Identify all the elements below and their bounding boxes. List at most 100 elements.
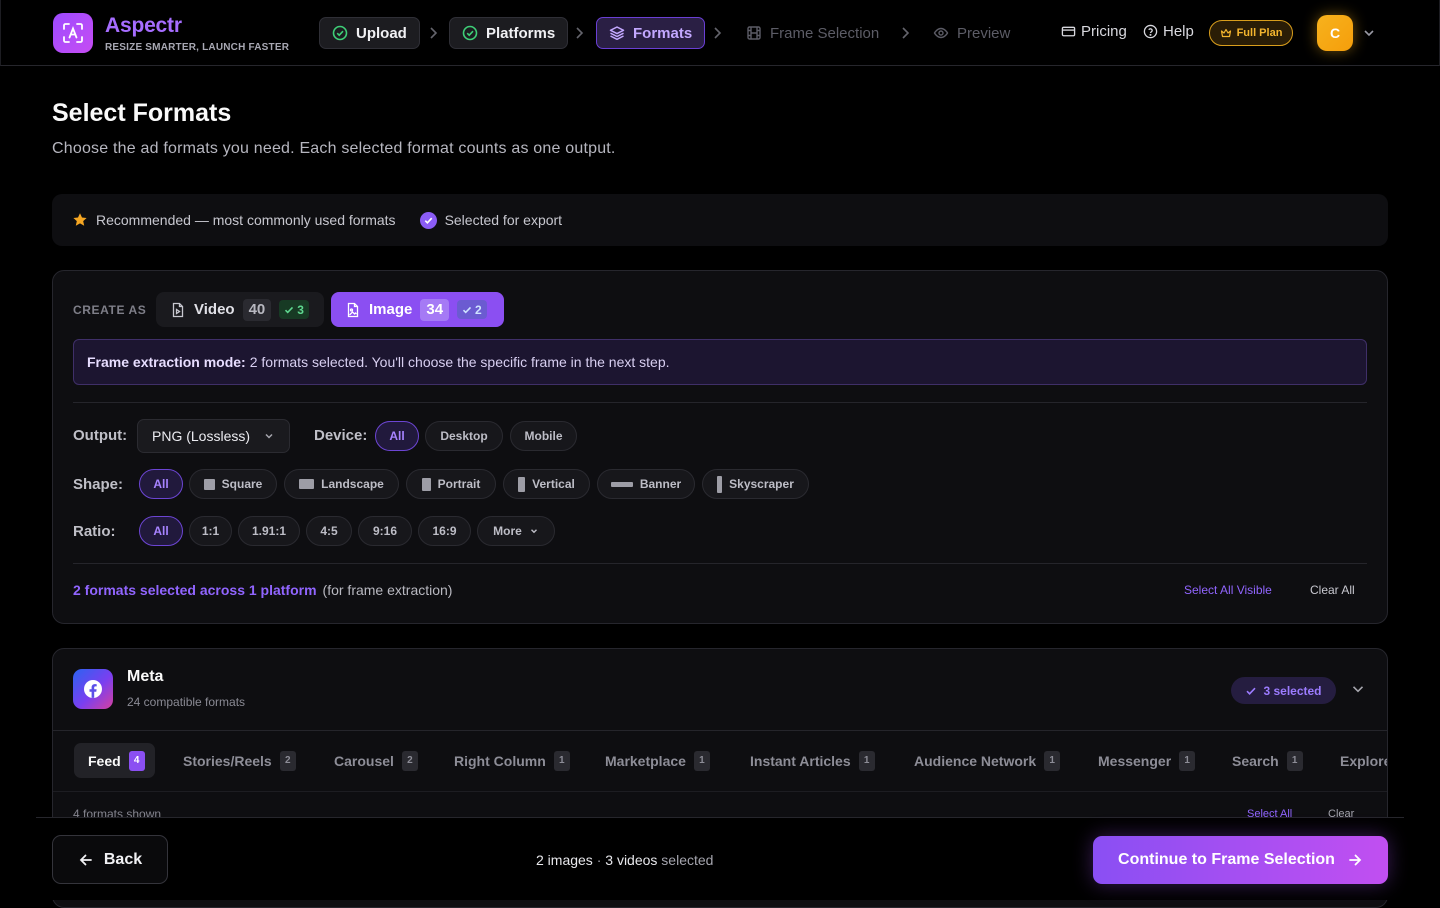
image-file-icon: [347, 302, 359, 317]
help-link[interactable]: Help: [1143, 23, 1194, 40]
skyscraper-shape-icon: [717, 475, 723, 493]
chevron-down-icon: [265, 433, 273, 439]
shape-banner-chip[interactable]: Banner: [597, 469, 695, 499]
layers-icon: [609, 26, 625, 41]
shape-label: Shape:: [73, 476, 124, 493]
step-label: Preview: [957, 24, 1011, 42]
video-file-icon: [172, 302, 184, 317]
step-label: Formats: [633, 24, 693, 42]
vertical-shape-icon: [518, 476, 526, 492]
subtab-feed[interactable]: Feed 4: [74, 743, 155, 778]
summary-note: (for frame extraction): [322, 582, 453, 598]
chip-label: Landscape: [321, 477, 384, 491]
output-label: Output:: [73, 427, 128, 444]
ratio-more-dropdown[interactable]: More: [477, 516, 555, 546]
device-mobile-chip[interactable]: Mobile: [510, 421, 577, 451]
check-icon: [1246, 687, 1257, 695]
shape-portrait-chip[interactable]: Portrait: [406, 469, 496, 499]
check-icon: [419, 211, 437, 229]
subtab-audience-network[interactable]: Audience Network 1: [914, 743, 1061, 778]
square-shape-icon: [203, 478, 215, 490]
platform-format-count: 24 compatible formats: [127, 695, 246, 709]
check-circle-icon: [332, 25, 348, 41]
shape-landscape-chip[interactable]: Landscape: [284, 469, 399, 499]
chevron-right-icon: [714, 27, 722, 39]
divider: [53, 730, 1387, 731]
plan-badge[interactable]: Full Plan: [1209, 20, 1293, 46]
image-selected-pill: 2: [457, 300, 487, 319]
footer-selection-summary: 2 images · 3 videos selected: [536, 852, 713, 868]
logo[interactable]: [53, 13, 93, 53]
user-avatar[interactable]: C: [1317, 15, 1353, 51]
ratio-1-1-chip[interactable]: 1:1: [189, 516, 232, 546]
images-count: 2 images: [536, 852, 593, 868]
facebook-icon: [73, 669, 113, 709]
check-icon: [285, 306, 294, 314]
shape-all-chip[interactable]: All: [139, 469, 183, 499]
video-count: 40: [242, 298, 272, 321]
check-circle-icon: [462, 25, 478, 41]
subtab-search[interactable]: Search 1: [1232, 743, 1303, 778]
subtab-count: 1: [553, 750, 570, 771]
subtab-carousel[interactable]: Carousel 2: [334, 743, 418, 778]
subtab-count: 2: [279, 750, 296, 771]
summary-highlight: 2 formats selected across 1 platform: [73, 582, 317, 598]
subtab-label: Stories/Reels: [183, 752, 272, 769]
page-title: Select Formats: [52, 99, 232, 127]
ratio-all-chip[interactable]: All: [139, 516, 183, 546]
chevron-right-icon: [902, 27, 910, 39]
subtab-instant-articles[interactable]: Instant Articles 1: [750, 743, 875, 778]
info-text: 2 formats selected. You'll choose the sp…: [249, 354, 670, 370]
ratio-9-16-chip[interactable]: 9:16: [358, 516, 412, 546]
clear-all-button[interactable]: Clear All: [1310, 583, 1355, 597]
video-tab[interactable]: Video 40 3: [156, 292, 324, 327]
chip-label: More: [493, 524, 522, 538]
ratio-16-9-chip[interactable]: 16:9: [418, 516, 471, 546]
portrait-shape-icon: [421, 477, 431, 491]
image-count: 34: [420, 298, 450, 321]
device-all-chip[interactable]: All: [375, 421, 419, 451]
step-frame-selection[interactable]: Frame Selection: [734, 17, 891, 49]
continue-button[interactable]: Continue to Frame Selection: [1093, 836, 1388, 884]
video-selected-count: 3: [297, 302, 304, 317]
subtab-count: 1: [1044, 750, 1061, 771]
back-button[interactable]: Back: [52, 835, 168, 884]
step-upload[interactable]: Upload: [319, 17, 420, 49]
ratio-4-5-chip[interactable]: 4:5: [306, 516, 352, 546]
step-formats[interactable]: Formats: [596, 17, 706, 49]
platform-name: Meta: [127, 668, 164, 685]
subtab-label: Messenger: [1098, 752, 1172, 769]
legend-selected: Selected for export: [419, 211, 562, 229]
step-label: Upload: [356, 24, 407, 42]
pricing-link[interactable]: Pricing: [1061, 23, 1127, 40]
star-icon: [73, 213, 87, 226]
subtab-marketplace[interactable]: Marketplace 1: [605, 743, 710, 778]
subtab-explore[interactable]: Explore: [1340, 743, 1387, 778]
videos-count: 3 videos: [605, 852, 658, 868]
shape-square-chip[interactable]: Square: [189, 469, 277, 499]
page-subtitle: Choose the ad formats you need. Each sel…: [52, 140, 616, 157]
device-desktop-chip[interactable]: Desktop: [425, 421, 503, 451]
summary-separator: ·: [592, 852, 606, 868]
ratio-1.91-1-chip[interactable]: 1.91:1: [238, 516, 300, 546]
plan-label: Full Plan: [1236, 27, 1283, 39]
chevron-down-icon[interactable]: [1362, 27, 1376, 39]
divider: [53, 791, 1387, 792]
info-bold: Frame extraction mode:: [87, 354, 246, 370]
subtab-stories-reels[interactable]: Stories/Reels 2: [183, 743, 296, 778]
subtab-messenger[interactable]: Messenger 1: [1098, 743, 1196, 778]
chip-label: Vertical: [532, 477, 575, 491]
subtab-count: 1: [858, 750, 875, 771]
step-preview[interactable]: Preview: [921, 17, 1022, 49]
chevron-down-icon[interactable]: [1351, 682, 1365, 696]
subtab-right-column[interactable]: Right Column 1: [454, 743, 570, 778]
output-select[interactable]: PNG (Lossless): [137, 419, 290, 453]
create-as-label: CREATE AS: [73, 303, 147, 317]
step-platforms[interactable]: Platforms: [449, 17, 569, 49]
chevron-right-icon: [430, 27, 438, 39]
shape-skyscraper-chip[interactable]: Skyscraper: [702, 469, 809, 499]
select-all-visible-button[interactable]: Select All Visible: [1184, 583, 1272, 597]
subtab-label: Marketplace: [605, 752, 686, 769]
shape-vertical-chip[interactable]: Vertical: [503, 469, 590, 499]
image-tab[interactable]: Image 34 2: [331, 292, 504, 327]
